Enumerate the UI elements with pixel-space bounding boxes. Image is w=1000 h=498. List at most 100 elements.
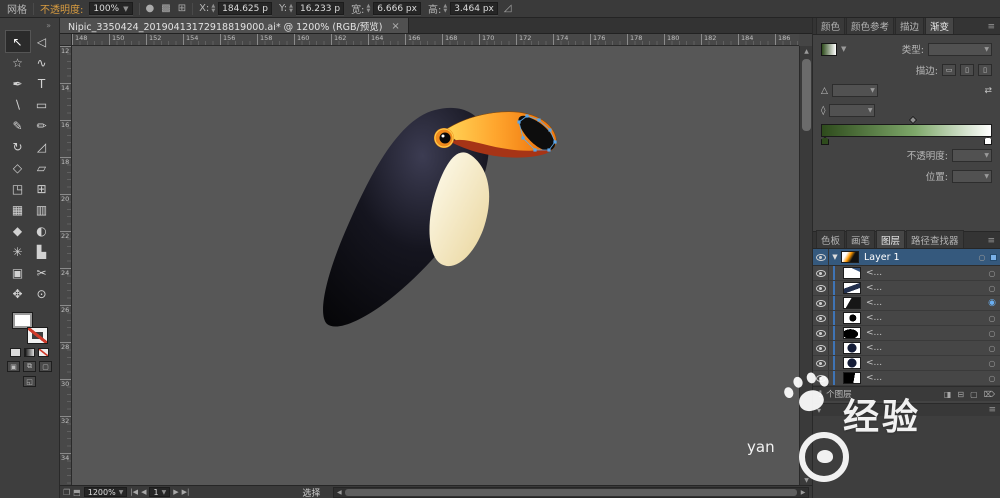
align-options-icon[interactable]: ⊞	[178, 3, 186, 14]
layer-thumbnail[interactable]	[841, 251, 859, 263]
object-label[interactable]: <...	[861, 343, 984, 353]
pen-tool[interactable]: ✒	[6, 73, 30, 94]
next-artboard-icon[interactable]: ▶	[173, 488, 178, 496]
document-tab[interactable]: Nipic_3350424_20190413172918819000.ai* @…	[60, 18, 409, 33]
visibility-toggle[interactable]	[813, 281, 829, 295]
blend-tool[interactable]: ◐	[30, 220, 54, 241]
chevron-down-icon[interactable]: ▼	[123, 5, 128, 13]
stroke-along-icon[interactable]: ▯	[960, 64, 974, 76]
symbol-sprayer-tool[interactable]: ✳	[6, 241, 30, 262]
target-circle-icon[interactable]: ○	[974, 253, 990, 262]
tab-swatches[interactable]: 色板	[816, 230, 846, 248]
object-thumbnail[interactable]	[843, 312, 861, 324]
recolor-artwork-icon[interactable]: ▩	[161, 3, 170, 14]
tab-pathfinder[interactable]: 路径查找器	[906, 230, 964, 248]
gradient-preview-bar[interactable]	[821, 124, 992, 137]
zoom-level-input[interactable]: 1200% ▼	[83, 487, 128, 497]
document-setup-icon[interactable]: ⬒	[73, 488, 81, 497]
selection-tool[interactable]: ↖	[4, 30, 31, 53]
target-circle-icon[interactable]	[984, 269, 1000, 278]
slice-tool[interactable]: ✂	[30, 262, 54, 283]
toucan-illustration[interactable]	[287, 92, 587, 332]
object-label[interactable]: <...	[861, 283, 984, 293]
new-layer-icon[interactable]: ▢	[970, 390, 978, 399]
object-thumbnail[interactable]	[843, 342, 861, 354]
object-thumbnail[interactable]	[843, 327, 861, 339]
gradient-button[interactable]	[24, 348, 35, 357]
stepper[interactable]: ▲ ▼	[443, 3, 447, 14]
gradient-stop-start[interactable]	[821, 137, 829, 145]
visibility-toggle[interactable]	[813, 311, 829, 325]
collapse-panel-icon[interactable]: »	[0, 18, 59, 31]
target-circle-icon[interactable]	[984, 374, 1000, 383]
shape-builder-tool[interactable]: ◳	[6, 178, 30, 199]
layer-row[interactable]: <...	[813, 326, 1000, 341]
last-artboard-icon[interactable]: ▶|	[182, 488, 190, 496]
visibility-toggle[interactable]	[813, 326, 829, 340]
object-label[interactable]: <...	[861, 358, 984, 368]
layer-row[interactable]: <...	[813, 266, 1000, 281]
vertical-ruler[interactable]: 12 14 16 18 20 22 24 26 28 30 32 34	[60, 46, 72, 485]
gradient-type-select[interactable]: ▼	[928, 42, 992, 56]
target-circle-icon[interactable]	[984, 344, 1000, 353]
expand-triangle-icon[interactable]: ▼	[829, 253, 841, 261]
horizontal-ruler[interactable]: 148 150 152 154 156 158 160 162 164 166 168 170 172 1…	[72, 34, 799, 46]
layer-name[interactable]: Layer 1	[859, 252, 974, 263]
tab-color-guide[interactable]: 颜色参考	[846, 16, 895, 34]
previous-artboard-icon[interactable]: ◀	[141, 488, 146, 496]
draw-behind-icon[interactable]: ⧉	[23, 361, 36, 372]
draw-normal-icon[interactable]: ▣	[7, 361, 20, 372]
visibility-toggle[interactable]	[813, 249, 829, 265]
magic-wand-tool[interactable]: ☆	[6, 52, 30, 73]
first-artboard-icon[interactable]: |◀	[130, 488, 138, 496]
chevron-down-icon[interactable]: ▼	[119, 489, 124, 496]
panel-menu-icon[interactable]: ≡	[985, 236, 997, 248]
perspective-grid-tool[interactable]: ⊞	[30, 178, 54, 199]
tab-layers[interactable]: 图层	[876, 230, 906, 248]
mesh-tool[interactable]: ▦	[6, 199, 30, 220]
color-button[interactable]	[10, 348, 21, 357]
width-tool[interactable]: ◇	[6, 157, 30, 178]
collapsed-panel-bar[interactable]: ▾ ≡	[813, 403, 1000, 416]
target-circle-icon[interactable]	[984, 314, 1000, 323]
layer-row[interactable]: <...	[813, 311, 1000, 326]
vertical-scroll-thumb[interactable]	[802, 59, 811, 131]
opacity-label[interactable]: 不透明度:	[40, 1, 83, 16]
horizontal-scroll-thumb[interactable]	[345, 488, 797, 496]
target-circle-icon[interactable]	[984, 284, 1000, 293]
layer-row[interactable]: <...	[813, 296, 1000, 311]
close-icon[interactable]: ×	[391, 21, 399, 32]
vertical-scrollbar[interactable]: ▲ ▼	[799, 46, 812, 485]
ruler-origin-corner[interactable]	[60, 34, 72, 46]
panel-menu-icon[interactable]: ≡	[988, 405, 996, 415]
line-segment-tool[interactable]: ∖	[6, 94, 30, 115]
tab-color[interactable]: 颜色	[816, 16, 846, 34]
stroke-within-icon[interactable]: ▭	[942, 64, 956, 76]
artboard-tool[interactable]: ▣	[6, 262, 30, 283]
visibility-toggle[interactable]	[813, 296, 829, 310]
make-clipping-mask-icon[interactable]: ◨	[944, 390, 952, 399]
gradient-stop-end[interactable]	[984, 137, 992, 145]
visibility-toggle[interactable]	[813, 371, 829, 385]
style-swatch-icon[interactable]: ●	[146, 3, 155, 14]
gradient-tool[interactable]: ▥	[30, 199, 54, 220]
gradient-location-input[interactable]: ▼	[952, 169, 992, 183]
layer-row-parent[interactable]: ▼ Layer 1 ○	[813, 249, 1000, 266]
layer-row[interactable]: <...	[813, 341, 1000, 356]
visibility-toggle[interactable]	[813, 356, 829, 370]
tab-gradient[interactable]: 渐变	[925, 16, 955, 34]
target-circle-icon[interactable]	[984, 359, 1000, 368]
hand-tool[interactable]: ✥	[6, 283, 30, 304]
object-thumbnail[interactable]	[843, 282, 861, 294]
draw-inside-icon[interactable]: ▢	[39, 361, 52, 372]
stepper[interactable]: ▲ ▼	[289, 3, 293, 14]
shear-icon[interactable]: ◿	[504, 3, 512, 14]
stepper[interactable]: ▲ ▼	[211, 3, 215, 14]
layer-row[interactable]: <...	[813, 356, 1000, 371]
tab-stroke[interactable]: 描边	[895, 16, 925, 34]
rectangle-tool[interactable]: ▭	[30, 94, 54, 115]
object-label[interactable]: <...	[861, 298, 984, 308]
opacity-input[interactable]: 100% ▼	[89, 2, 133, 15]
field-input[interactable]: 6.666 px	[373, 2, 421, 15]
object-thumbnail[interactable]	[843, 267, 861, 279]
